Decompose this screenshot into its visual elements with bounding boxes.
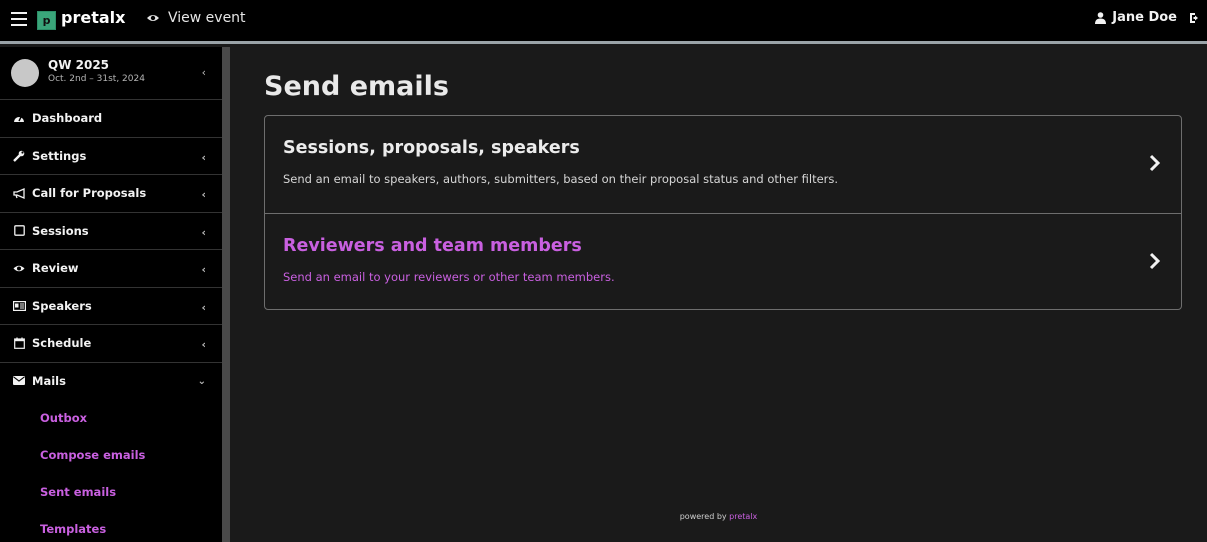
option-reviewers-team-members[interactable]: Reviewers and team members Send an email… xyxy=(265,213,1181,311)
chevron-left-icon: ‹ xyxy=(201,150,206,164)
chevron-left-icon: ‹ xyxy=(201,188,206,201)
brand-name[interactable]: pretalx xyxy=(61,8,125,27)
email-options-card: Sessions, proposals, speakers Send an em… xyxy=(264,115,1182,310)
pretalx-logo[interactable]: p xyxy=(37,11,56,30)
main-content: Send emails Sessions, proposals, speaker… xyxy=(230,47,1207,542)
sidebar-item-label: Dashboard xyxy=(32,111,103,126)
sidebar-subitem-templates[interactable]: Templates xyxy=(0,510,222,542)
sidebar-subitem-sent-emails[interactable]: Sent emails xyxy=(0,473,222,510)
eye-icon xyxy=(147,15,159,21)
footer: powered by pretalx xyxy=(230,512,1207,521)
id-card-icon xyxy=(12,300,26,311)
logout-icon[interactable] xyxy=(1189,12,1201,24)
page-title: Send emails xyxy=(264,71,449,102)
sidebar-item-label: Schedule xyxy=(32,336,92,351)
sidebar-item-dashboard[interactable]: Dashboard xyxy=(0,100,222,138)
event-switcher[interactable]: QW 2025 Oct. 2nd – 31st, 2024 ‹ xyxy=(0,47,222,100)
sidebar-item-label: Review xyxy=(32,261,79,276)
footer-pretalx-link[interactable]: pretalx xyxy=(729,512,757,521)
menu-toggle-icon[interactable] xyxy=(11,12,27,26)
footer-text: powered by xyxy=(679,512,727,521)
sidebar-item-label: Settings xyxy=(32,148,87,163)
envelope-icon xyxy=(12,376,26,386)
bullhorn-icon xyxy=(12,187,26,199)
sidebar-item-schedule[interactable]: Schedule ‹ xyxy=(0,325,222,363)
option-title: Reviewers and team members xyxy=(283,236,582,256)
user-name: Jane Doe xyxy=(1112,10,1177,25)
sidebar-item-label: Call for Proposals xyxy=(32,186,147,201)
user-menu[interactable]: Jane Doe xyxy=(1095,10,1177,25)
sidebar-item-label: Mails xyxy=(32,373,66,388)
chevron-right-icon xyxy=(1149,252,1161,270)
sidebar-item-review[interactable]: Review ‹ xyxy=(0,250,222,288)
chevron-left-icon: ‹ xyxy=(201,300,206,314)
event-avatar xyxy=(11,59,39,87)
sidebar-item-call-for-proposals[interactable]: Call for Proposals ‹ xyxy=(0,175,222,213)
chevron-down-icon: ⌄ xyxy=(197,375,206,387)
chevron-left-icon: ‹ xyxy=(201,66,206,79)
sidebar-item-sessions[interactable]: Sessions ‹ xyxy=(0,213,222,250)
sidebar-item-settings[interactable]: Settings ‹ xyxy=(0,138,222,175)
sidebar-item-mails[interactable]: Mails ⌄ xyxy=(0,363,222,400)
sidebar-item-label: Speakers xyxy=(32,298,92,313)
sidebar-scrollbar[interactable] xyxy=(222,47,230,542)
sidebar-item-label: Sessions xyxy=(32,223,89,238)
top-navbar: p pretalx View event Jane Doe xyxy=(0,0,1207,44)
option-sessions-proposals-speakers[interactable]: Sessions, proposals, speakers Send an em… xyxy=(265,116,1181,213)
calendar-icon xyxy=(12,337,26,350)
sidebar-subitem-outbox[interactable]: Outbox xyxy=(0,399,222,436)
sidebar: QW 2025 Oct. 2nd – 31st, 2024 ‹ Dashboar… xyxy=(0,47,222,542)
wrench-icon xyxy=(12,150,26,162)
chevron-left-icon: ‹ xyxy=(201,263,206,276)
chevron-left-icon: ‹ xyxy=(201,225,206,239)
view-event-label: View event xyxy=(168,10,246,26)
sidebar-item-speakers[interactable]: Speakers ‹ xyxy=(0,288,222,325)
dashboard-icon xyxy=(12,113,26,124)
chevron-right-icon xyxy=(1149,154,1161,172)
eye-icon xyxy=(12,264,26,273)
event-dates: Oct. 2nd – 31st, 2024 xyxy=(48,74,145,84)
user-icon xyxy=(1095,11,1107,24)
option-title: Sessions, proposals, speakers xyxy=(283,138,580,158)
view-event-link[interactable]: View event xyxy=(146,10,246,26)
option-description: Send an email to your reviewers or other… xyxy=(283,270,615,284)
option-description: Send an email to speakers, authors, subm… xyxy=(283,172,839,186)
chevron-left-icon: ‹ xyxy=(201,338,206,351)
sticky-note-icon xyxy=(12,225,26,237)
event-name: QW 2025 xyxy=(48,58,110,72)
sidebar-subitem-compose-emails[interactable]: Compose emails xyxy=(0,436,222,473)
